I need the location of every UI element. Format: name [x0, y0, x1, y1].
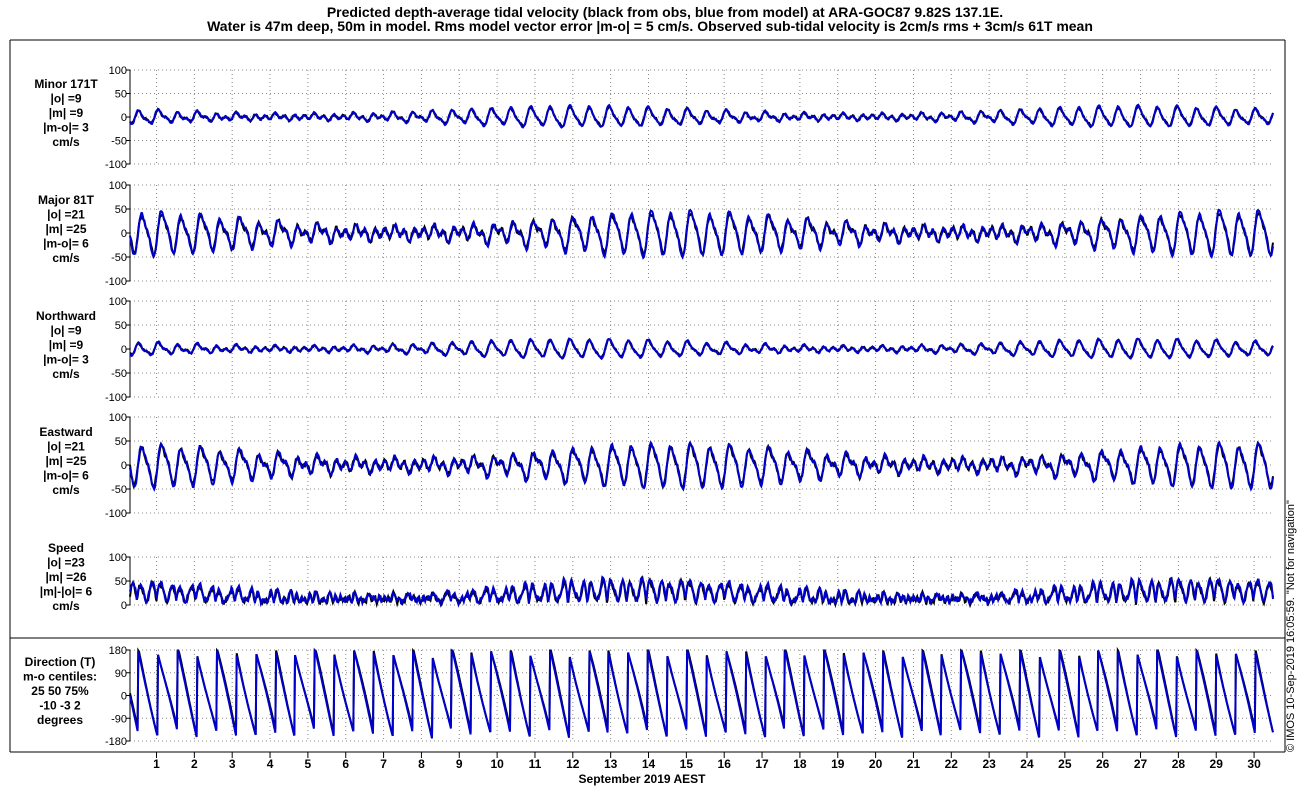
panel-major-ytick-label-1: 50: [115, 204, 127, 216]
x-tick-label-30: 30: [1247, 757, 1261, 771]
panel-major-ytick-label-2: 0: [121, 228, 127, 240]
x-tick-label-17: 17: [755, 757, 769, 771]
x-tick-label-11: 11: [529, 757, 542, 771]
panel-minor-label-3: |m-o|= 3: [43, 121, 89, 135]
panel-north-ytick-label-1: 50: [115, 320, 127, 332]
panel-speed-label-0: Speed: [48, 541, 84, 555]
x-tick-label-6: 6: [342, 757, 349, 771]
panel-north-ytick-label-4: -100: [105, 392, 127, 404]
x-tick-label-23: 23: [982, 757, 996, 771]
panel-east-ytick-label-2: 0: [121, 460, 127, 472]
panel-major-ytick-label-3: -50: [111, 252, 127, 264]
panel-minor-label-0: Minor 171T: [34, 77, 98, 91]
panel-north-label-4: cm/s: [52, 367, 80, 381]
panel-direction-label-4: degrees: [37, 713, 83, 727]
x-tick-label-10: 10: [490, 757, 504, 771]
x-tick-label-27: 27: [1134, 757, 1148, 771]
x-tick-label-15: 15: [680, 757, 694, 771]
panel-direction-ytick-label-0: 180: [109, 645, 127, 657]
panel-speed-ytick-label-0: 100: [109, 552, 127, 564]
x-tick-label-9: 9: [456, 757, 463, 771]
panel-north-ytick-label-0: 100: [109, 296, 127, 308]
panel-east-label-1: |o| =21: [47, 440, 85, 454]
x-tick-label-8: 8: [418, 757, 425, 771]
panel-north-ytick-label-2: 0: [121, 344, 127, 356]
x-tick-label-28: 28: [1172, 757, 1186, 771]
x-tick-label-4: 4: [267, 757, 274, 771]
panel-direction-ytick-label-1: 90: [115, 668, 127, 680]
x-tick-label-5: 5: [305, 757, 312, 771]
x-tick-label-26: 26: [1096, 757, 1110, 771]
panel-speed-label-2: |m| =26: [45, 570, 86, 584]
panel-east-ytick-label-0: 100: [109, 412, 127, 424]
panel-major-label-1: |o| =21: [47, 208, 85, 222]
panel-east-label-3: |m-o|= 6: [43, 469, 89, 483]
panel-speed-label-1: |o| =23: [47, 556, 85, 570]
panel-direction-label-1: m-o centiles:: [23, 670, 97, 684]
panel-major-label-2: |m| =25: [45, 222, 86, 236]
panel-minor-label-2: |m| =9: [49, 106, 84, 120]
panel-speed-label-3: |m|-|o|= 6: [40, 585, 93, 599]
panel-east-label-4: cm/s: [52, 483, 80, 497]
x-tick-label-12: 12: [566, 757, 580, 771]
panel-direction-ytick-label-2: 0: [121, 691, 127, 703]
chart-root: Predicted depth-average tidal velocity (…: [0, 0, 1300, 800]
x-tick-label-7: 7: [380, 757, 387, 771]
panel-north-label-1: |o| =9: [50, 324, 81, 338]
panel-minor-ytick-label-4: -100: [105, 159, 127, 171]
panel-speed-ytick-label-1: 50: [115, 576, 127, 588]
panel-major-label-4: cm/s: [52, 251, 80, 265]
panel-direction-label-0: Direction (T): [25, 655, 96, 669]
panel-minor-label-4: cm/s: [52, 135, 80, 149]
panel-north-label-0: Northward: [36, 309, 96, 323]
x-tick-label-1: 1: [153, 757, 160, 771]
panel-minor-ytick-label-2: 0: [121, 112, 127, 124]
panel-major-ytick-label-4: -100: [105, 276, 127, 288]
panel-minor-ytick-label-1: 50: [115, 89, 127, 101]
panel-direction-ytick-label-4: -180: [105, 736, 127, 748]
x-tick-label-22: 22: [945, 757, 959, 771]
panel-minor-ytick-label-0: 100: [109, 65, 127, 77]
x-tick-label-18: 18: [793, 757, 807, 771]
x-tick-label-19: 19: [831, 757, 845, 771]
x-tick-label-29: 29: [1210, 757, 1224, 771]
panel-direction-label-3: -10 -3 2: [39, 699, 81, 713]
panel-east-ytick-label-3: -50: [111, 484, 127, 496]
x-tick-label-25: 25: [1058, 757, 1072, 771]
x-tick-label-24: 24: [1020, 757, 1034, 771]
x-tick-label-13: 13: [604, 757, 618, 771]
x-tick-label-16: 16: [718, 757, 732, 771]
x-tick-label-3: 3: [229, 757, 236, 771]
panel-north-label-2: |m| =9: [49, 338, 84, 352]
panel-minor-label-1: |o| =9: [50, 92, 81, 106]
panel-major-label-3: |m-o|= 6: [43, 237, 89, 251]
panel-speed-ytick-label-2: 0: [121, 600, 127, 612]
panel-east-label-0: Eastward: [39, 425, 92, 439]
panel-east-label-2: |m| =25: [45, 454, 86, 468]
panel-major-ytick-label-0: 100: [109, 180, 127, 192]
x-tick-label-21: 21: [907, 757, 921, 771]
panel-direction-label-2: 25 50 75%: [31, 684, 89, 698]
x-tick-label-14: 14: [642, 757, 656, 771]
panel-north-ytick-label-3: -50: [111, 368, 127, 380]
panel-direction-ytick-label-3: -90: [111, 713, 127, 725]
panel-speed-label-4: cm/s: [52, 599, 80, 613]
x-axis-label: September 2019 AEST: [579, 772, 707, 786]
panel-major-label-0: Major 81T: [38, 193, 95, 207]
tidal-velocity-chart: Predicted depth-average tidal velocity (…: [0, 0, 1300, 800]
panel-east-ytick-label-4: -100: [105, 508, 127, 520]
copyright-note: © IMOS 10-Sep-2019 16:05:59. "Not for na…: [1285, 500, 1297, 752]
x-tick-label-2: 2: [191, 757, 198, 771]
panel-east-ytick-label-1: 50: [115, 436, 127, 448]
panel-minor-ytick-label-3: -50: [111, 136, 127, 148]
chart-title-line-2: Water is 47m deep, 50m in model. Rms mod…: [207, 18, 1093, 34]
x-tick-label-20: 20: [869, 757, 883, 771]
panel-north-label-3: |m-o|= 3: [43, 353, 89, 367]
